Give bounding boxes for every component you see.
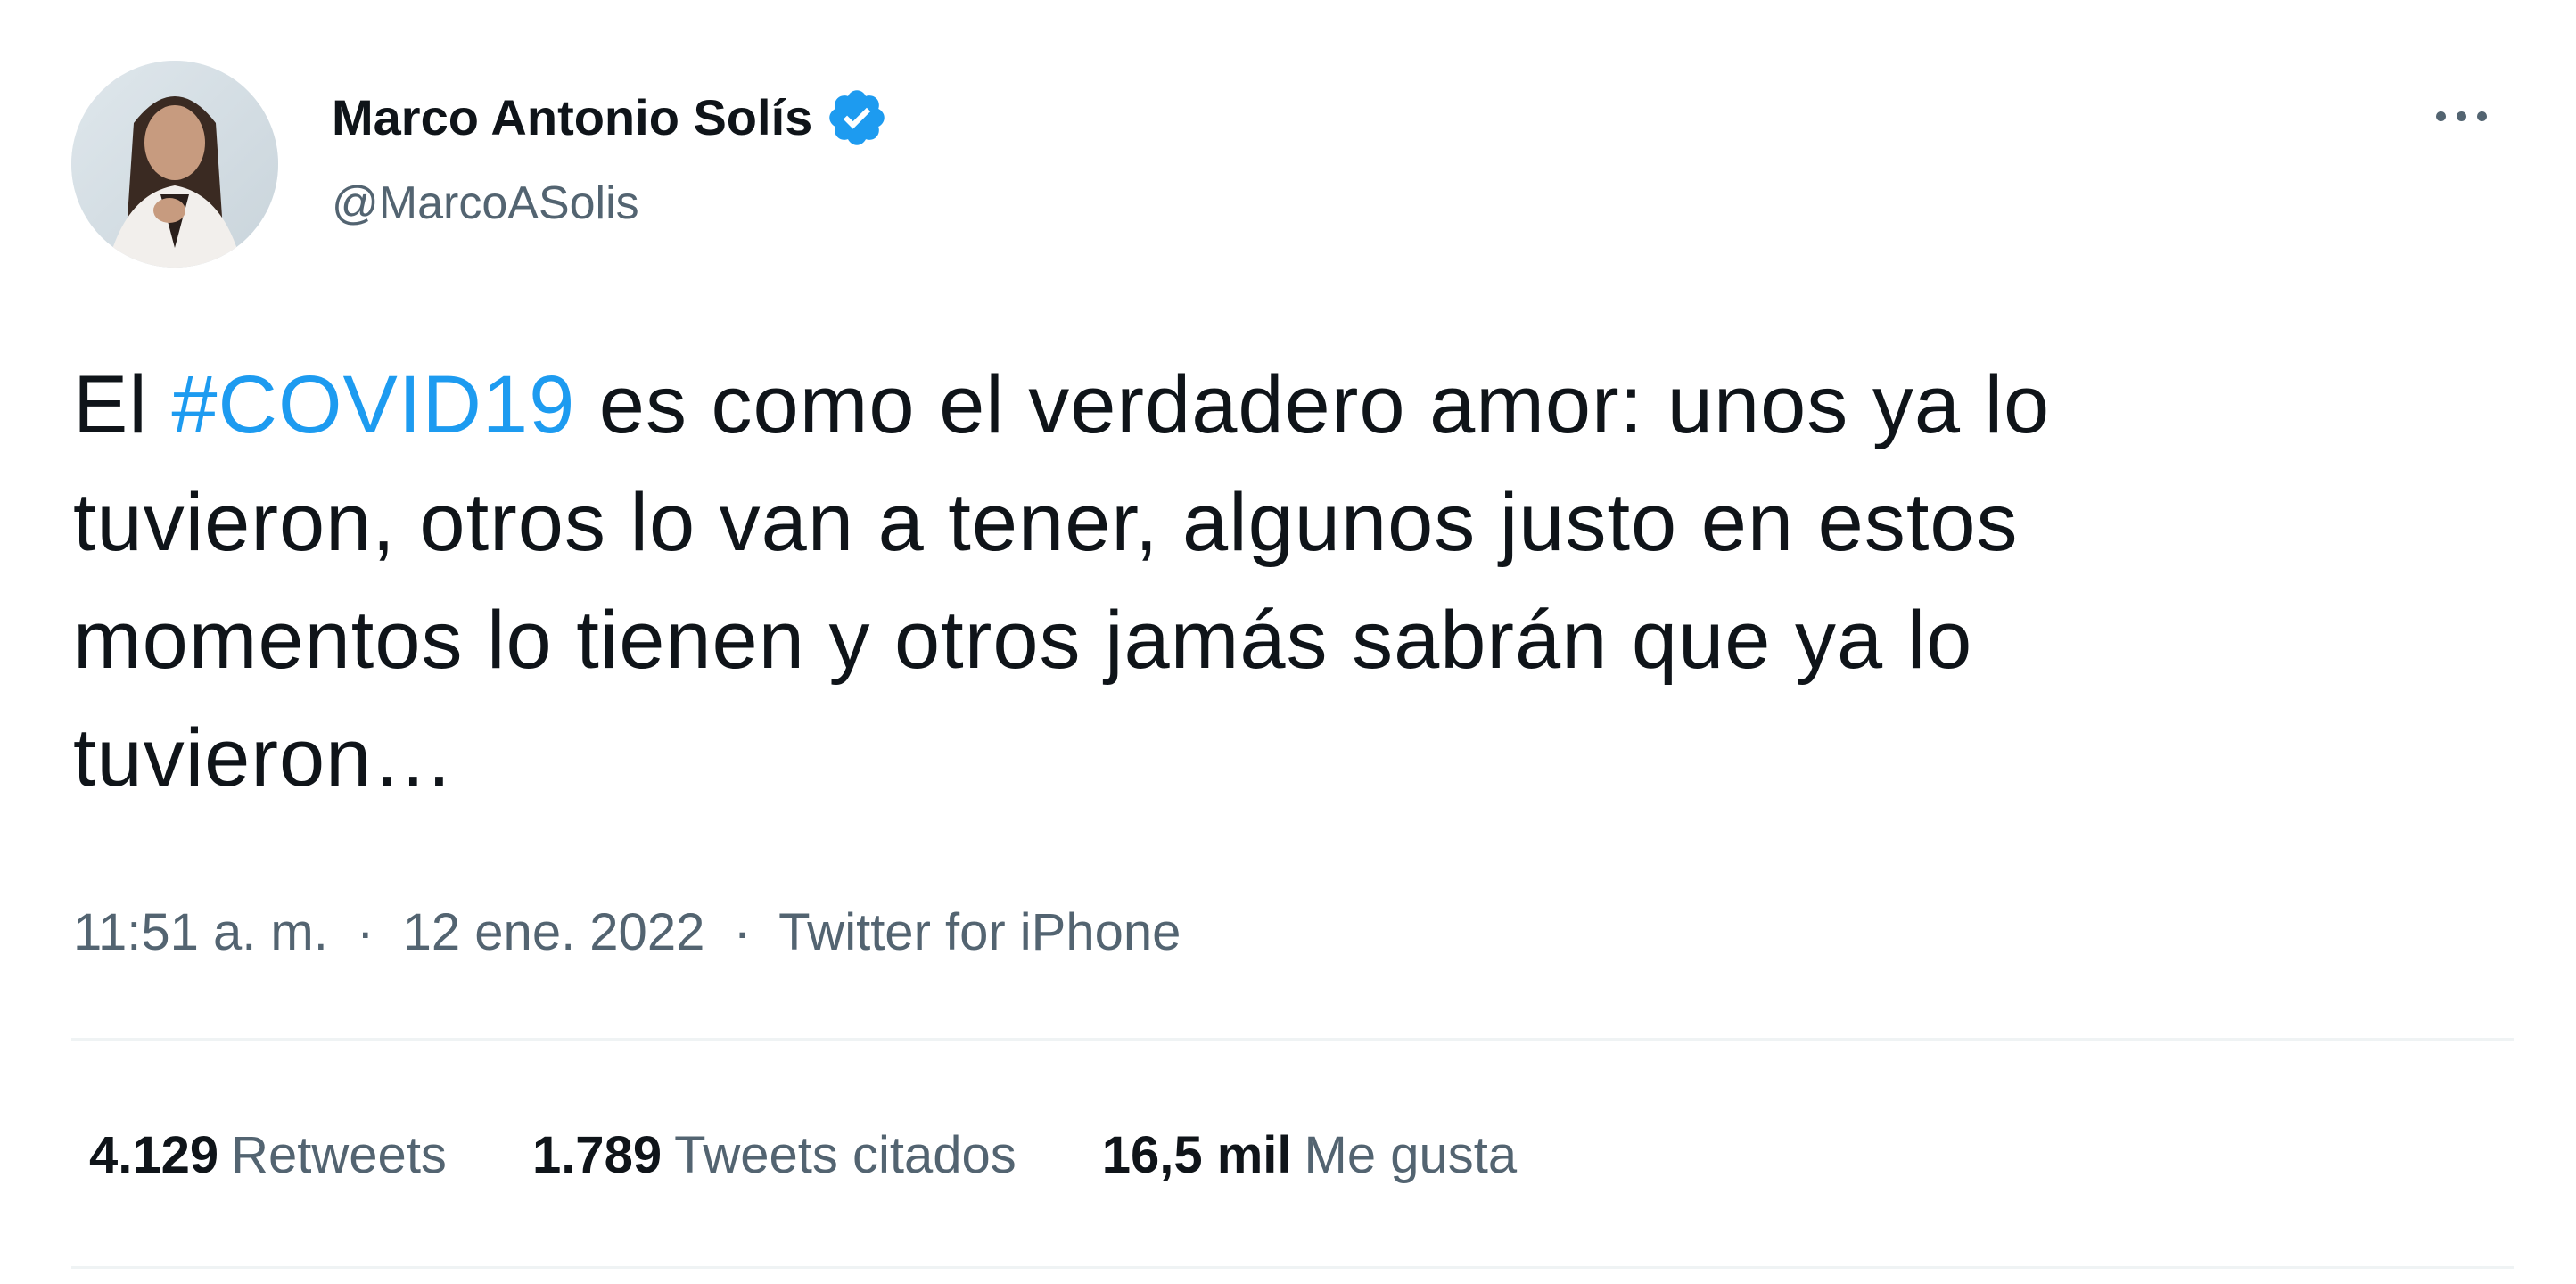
quote-tweets-stat[interactable]: 1.789 Tweets citados xyxy=(532,1120,1016,1191)
tweet-card: Marco Antonio Solís @MarcoASolis El #COV… xyxy=(0,0,2576,1284)
tweet-line-3: momentos lo tienen y otros jamás sabrán … xyxy=(73,595,1973,686)
likes-count: 16,5 mil xyxy=(1101,1126,1292,1184)
retweets-stat[interactable]: 4.129 Retweets xyxy=(89,1120,447,1191)
tweet-date[interactable]: 12 ene. 2022 xyxy=(403,903,705,961)
avatar[interactable] xyxy=(71,61,278,268)
more-options-button[interactable] xyxy=(2416,89,2506,143)
more-horizontal-icon xyxy=(2435,111,2446,121)
verified-badge-icon xyxy=(825,86,889,150)
divider xyxy=(71,1038,2514,1041)
profile-photo xyxy=(71,61,278,268)
likes-stat[interactable]: 16,5 mil Me gusta xyxy=(1102,1120,1517,1191)
divider xyxy=(71,1266,2514,1269)
tweet-line-1-prefix: El xyxy=(73,359,172,450)
tweet-text: El #COVID19 es como el verdadero amor: u… xyxy=(73,346,2481,817)
meta-separator: · xyxy=(719,903,765,961)
author-name-text[interactable]: Marco Antonio Solís xyxy=(332,86,812,150)
likes-label: Me gusta xyxy=(1304,1126,1518,1184)
tweet-line-1: El #COVID19 es como el verdadero amor: u… xyxy=(73,346,2481,464)
author-handle[interactable]: @MarcoASolis xyxy=(332,171,639,235)
retweets-label: Retweets xyxy=(231,1126,447,1184)
tweet-source[interactable]: Twitter for iPhone xyxy=(778,903,1181,961)
tweet-time[interactable]: 11:51 a. m. xyxy=(73,903,328,961)
tweet-line-4: tuvieron… xyxy=(73,712,456,803)
tweet-meta: 11:51 a. m. · 12 ene. 2022 · Twitter for… xyxy=(73,897,1181,968)
retweets-count: 4.129 xyxy=(89,1126,219,1184)
hashtag-link[interactable]: #COVID19 xyxy=(171,359,575,450)
meta-separator: · xyxy=(342,903,389,961)
tweet-line-1-suffix: es como el verdadero amor: unos ya lo xyxy=(575,359,2051,450)
more-dot xyxy=(2476,111,2487,121)
tweet-line-2: tuvieron, otros lo van a tener, algunos … xyxy=(73,477,2019,568)
quote-tweets-count: 1.789 xyxy=(531,1126,663,1184)
quote-tweets-label: Tweets citados xyxy=(674,1126,1016,1184)
tweet-stats: 4.129 Retweets 1.789 Tweets citados 16,5 m… xyxy=(89,1120,1602,1191)
more-dot xyxy=(2456,111,2466,121)
author-display-name[interactable]: Marco Antonio Solís xyxy=(332,86,889,150)
